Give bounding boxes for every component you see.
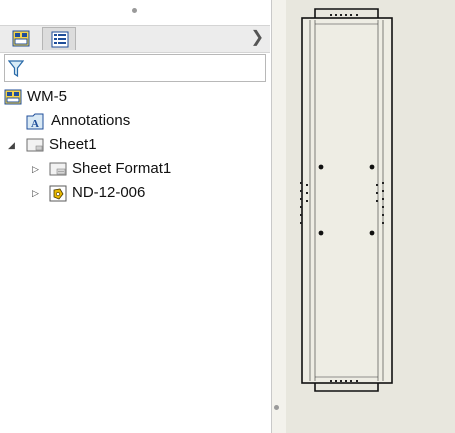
tree-item-annotations[interactable]: A Annotations: [26, 111, 226, 131]
collapse-toggle-icon[interactable]: ◢: [8, 135, 15, 155]
panel-splitter-handle[interactable]: [132, 8, 137, 13]
expand-toggle-icon[interactable]: ▷: [32, 183, 39, 203]
tab-featuremanager[interactable]: [4, 27, 38, 50]
drawing-sheet[interactable]: [272, 0, 455, 433]
sheet-format-icon: [49, 162, 67, 176]
tree-item-root[interactable]: WM-5: [4, 87, 204, 107]
tree-item-sheet[interactable]: Sheet1: [26, 135, 226, 155]
svg-text:A: A: [31, 118, 39, 130]
filter-icon[interactable]: [8, 60, 24, 78]
tree-item-label: Sheet1: [49, 136, 97, 153]
tree-item-label: Sheet Format1: [72, 160, 172, 177]
featuremanager-panel: ❯ WM-5 A Annotations ◢ Sheet1 ▷ Sheet Fo…: [0, 0, 272, 433]
tree-item-view[interactable]: ND-12-006: [49, 183, 249, 203]
tree-filter-field[interactable]: [4, 54, 266, 82]
drawing-icon: [4, 89, 22, 105]
part-outline[interactable]: [301, 8, 393, 392]
panel-tab-strip: ❯: [0, 25, 270, 53]
property-list-icon: [51, 31, 69, 48]
feature-tree-icon: [12, 30, 30, 47]
tab-property-manager[interactable]: [42, 27, 76, 50]
tree-item-sheet-format[interactable]: Sheet Format1: [49, 159, 249, 179]
chevron-right-icon[interactable]: ❯: [251, 30, 264, 46]
annotations-icon: A: [26, 113, 44, 130]
sheet-icon: [26, 138, 44, 152]
tree-item-label: WM-5: [27, 88, 67, 105]
tree-item-label: ND-12-006: [72, 184, 146, 201]
expand-toggle-icon[interactable]: ▷: [32, 159, 39, 179]
part-view-icon: [49, 185, 67, 202]
tree-item-label: Annotations: [51, 112, 131, 129]
